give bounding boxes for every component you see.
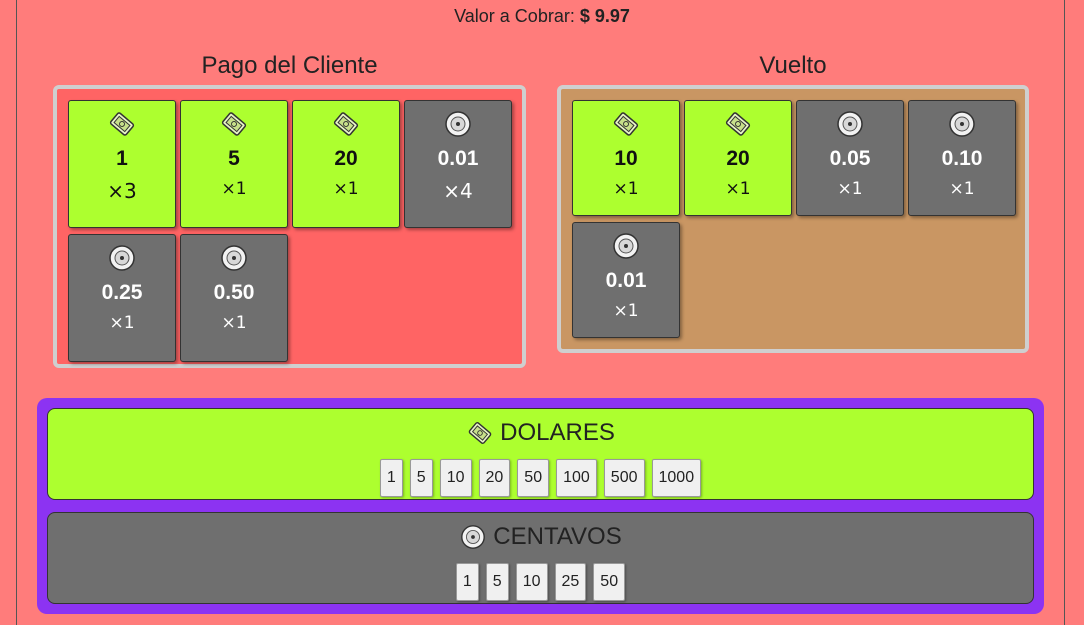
card-quantity: ×4 (443, 179, 473, 203)
coin-icon (461, 525, 486, 549)
dolares-denomination-button[interactable]: 500 (603, 459, 645, 497)
card-value: 0.05 (829, 147, 871, 170)
dolares-strip: DOLARES 1 5 10 20 50 100 500 1000 (47, 408, 1034, 500)
vuelto-coin-card[interactable]: 0.10 ×1 (908, 100, 1016, 216)
dolares-denomination-button[interactable]: 50 (517, 459, 550, 497)
card-quantity: ×1 (613, 301, 639, 321)
card-value: 0.01 (605, 269, 647, 292)
dolares-denomination-button[interactable]: 20 (478, 459, 511, 497)
coin-icon (613, 233, 639, 259)
amount-label: Valor a Cobrar: (454, 6, 575, 26)
banknote-icon (109, 112, 135, 136)
card-quantity: ×3 (107, 179, 137, 203)
vuelto-panel: 10 ×1 20 ×1 0.05 ×1 0.10 ×1 0.01 ×1 (557, 85, 1029, 353)
card-value: 5 (228, 147, 240, 170)
card-value: 20 (726, 147, 750, 170)
banknote-icon (333, 112, 359, 136)
card-quantity: ×1 (221, 179, 247, 199)
vuelto-bill-card[interactable]: 20 ×1 (684, 100, 792, 216)
dolares-header: DOLARES (48, 419, 1033, 447)
coin-icon (837, 111, 863, 137)
vuelto-bill-card[interactable]: 10 ×1 (572, 100, 680, 216)
centavos-title: CENTAVOS (493, 523, 622, 550)
coin-icon (221, 245, 247, 271)
coin-icon (445, 111, 471, 137)
dolares-buttons: 1 5 10 20 50 100 500 1000 (48, 459, 1033, 497)
card-value: 20 (334, 147, 358, 170)
card-value: 0.10 (941, 147, 983, 170)
dolares-title: DOLARES (500, 419, 615, 446)
card-quantity: ×1 (949, 179, 975, 199)
card-quantity: ×1 (613, 179, 639, 199)
card-quantity: ×1 (221, 313, 247, 333)
frame-line-left (16, 0, 17, 625)
dolares-denomination-button[interactable]: 1000 (651, 459, 702, 497)
amount-value: $ 9.97 (579, 6, 630, 26)
card-value: 0.25 (101, 281, 143, 304)
vuelto-grid: 10 ×1 20 ×1 0.05 ×1 0.10 ×1 0.01 ×1 (572, 100, 1016, 338)
vuelto-coin-card[interactable]: 0.05 ×1 (796, 100, 904, 216)
denomination-keypad: DOLARES 1 5 10 20 50 100 500 1000 CENTAVOS 1 5 10… (37, 398, 1044, 614)
centavos-strip: CENTAVOS 1 5 10 25 50 (47, 512, 1034, 604)
coin-icon (949, 111, 975, 137)
card-quantity: ×1 (837, 179, 863, 199)
pago-coin-card[interactable]: 0.01 ×4 (404, 100, 512, 228)
centavos-denomination-button[interactable]: 25 (554, 563, 587, 601)
centavos-denomination-button[interactable]: 10 (515, 563, 548, 601)
banknote-icon (613, 112, 639, 136)
dolares-denomination-button[interactable]: 5 (409, 459, 433, 497)
centavos-header: CENTAVOS (48, 523, 1033, 551)
coin-icon (109, 245, 135, 271)
dolares-denomination-button[interactable]: 10 (439, 459, 472, 497)
card-value: 1 (116, 147, 128, 170)
banknote-icon (725, 112, 751, 136)
pago-coin-card[interactable]: 0.25 ×1 (68, 234, 176, 362)
dolares-denomination-button[interactable]: 1 (379, 459, 403, 497)
pago-bill-card[interactable]: 5 ×1 (180, 100, 288, 228)
frame-line-right (1064, 0, 1065, 625)
card-quantity: ×1 (109, 313, 135, 333)
centavos-denomination-button[interactable]: 1 (455, 563, 479, 601)
amount-due: Valor a Cobrar: $ 9.97 (0, 6, 1084, 27)
card-quantity: ×1 (725, 179, 751, 199)
pago-bill-card[interactable]: 1 ×3 (68, 100, 176, 228)
pago-bill-card[interactable]: 20 ×1 (292, 100, 400, 228)
card-value: 10 (614, 147, 638, 170)
vuelto-coin-card[interactable]: 0.01 ×1 (572, 222, 680, 338)
pago-title: Pago del Cliente (201, 52, 378, 79)
card-value: 0.50 (213, 281, 255, 304)
centavos-denomination-button[interactable]: 5 (485, 563, 509, 601)
vuelto-title: Vuelto (759, 52, 827, 79)
centavos-buttons: 1 5 10 25 50 (48, 563, 1033, 601)
banknote-icon (468, 422, 492, 444)
card-quantity: ×1 (333, 179, 359, 199)
centavos-denomination-button[interactable]: 50 (593, 563, 626, 601)
card-value: 0.01 (437, 147, 479, 170)
banknote-icon (221, 112, 247, 136)
pago-grid: 1 ×3 5 ×1 20 ×1 0.01 ×4 0.25 ×1 0.50 ×1 (68, 100, 512, 362)
dolares-denomination-button[interactable]: 100 (556, 459, 597, 497)
pago-panel: 1 ×3 5 ×1 20 ×1 0.01 ×4 0.25 ×1 0.50 ×1 (53, 85, 526, 368)
pago-coin-card[interactable]: 0.50 ×1 (180, 234, 288, 362)
